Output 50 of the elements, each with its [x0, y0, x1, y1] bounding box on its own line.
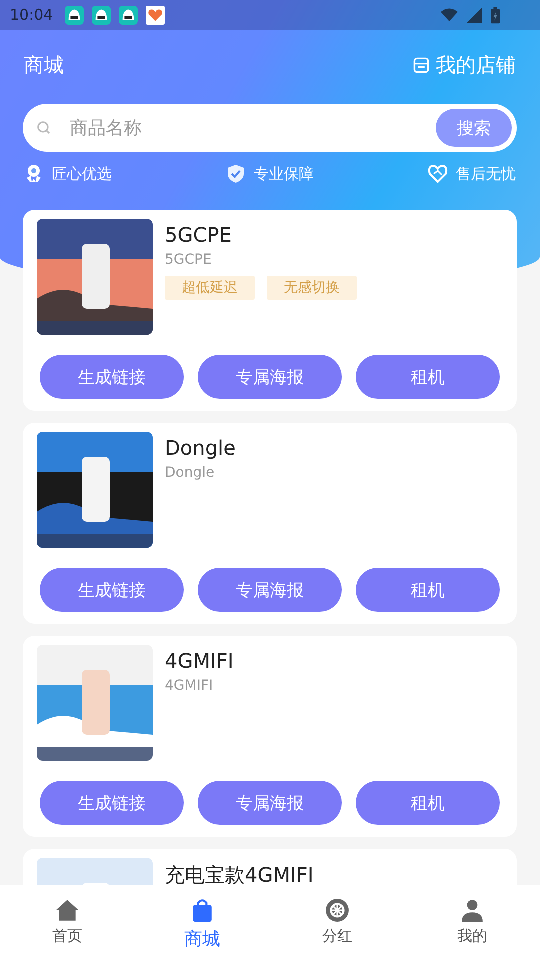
action-button[interactable]: 租机 — [356, 781, 500, 825]
product-name: 5GCPE — [165, 223, 233, 247]
signal-icon — [466, 8, 483, 22]
action-button[interactable]: 生成链接 — [40, 568, 184, 612]
product-name: Dongle — [165, 436, 236, 460]
heart-app-icon — [146, 6, 166, 24]
search-field[interactable]: 商品名称 搜索 — [23, 104, 517, 152]
battery-icon — [491, 6, 500, 24]
product-subtitle: 5GCPE — [165, 252, 213, 268]
product-tag: 超低延迟 — [165, 276, 255, 300]
action-button[interactable]: 专属海报 — [198, 781, 342, 825]
action-button[interactable]: 生成链接 — [40, 355, 184, 399]
home-icon — [55, 898, 80, 923]
feature-label: 售后无忧 — [456, 164, 516, 184]
product-card[interactable]: 充电宝款4GMIFI — [23, 849, 517, 885]
shopping-bag-icon — [190, 898, 215, 923]
product-name: 4GMIFI — [165, 649, 234, 673]
nav-tab[interactable]: 商城 — [135, 885, 270, 960]
product-subtitle: Dongle — [165, 465, 216, 481]
action-button[interactable]: 租机 — [356, 568, 500, 612]
action-button[interactable]: 租机 — [356, 355, 500, 399]
nav-tab[interactable]: 首页 — [0, 885, 135, 960]
product-subtitle: 4GMIFI — [165, 678, 214, 694]
page-title: 商城 — [24, 52, 64, 78]
feature-label: 专业保障 — [254, 164, 314, 184]
handshake-heart-icon — [428, 164, 448, 184]
award-icon — [24, 164, 44, 184]
app-notification-icon — [65, 6, 84, 24]
product-card[interactable]: Dongle Dongle 生成链接 专属海报 租机 — [23, 423, 517, 624]
shield-check-icon — [226, 164, 246, 184]
action-button[interactable]: 生成链接 — [40, 781, 184, 825]
status-time: 10:04 — [10, 6, 54, 24]
product-name: 充电宝款4GMIFI — [165, 862, 314, 885]
product-card[interactable]: 5GCPE 5GCPE 超低延迟 无感切换 生成链接 专属海报 租机 — [23, 210, 517, 411]
app-notification-icon — [92, 6, 112, 24]
product-card[interactable]: 4GMIFI 4GMIFI 生成链接 专属海报 租机 — [23, 636, 517, 837]
wifi-icon — [441, 8, 458, 22]
my-store-link[interactable]: 我的店铺 — [413, 52, 516, 78]
store-icon — [413, 56, 430, 74]
nav-tab[interactable]: 分红 — [270, 885, 405, 960]
person-icon — [460, 898, 485, 923]
search-button[interactable]: 搜索 — [436, 109, 512, 147]
action-button[interactable]: 专属海报 — [198, 355, 342, 399]
action-button[interactable]: 专属海报 — [198, 568, 342, 612]
nav-tab[interactable]: 我的 — [405, 885, 540, 960]
feature-label: 匠心优选 — [52, 164, 112, 184]
product-tag: 无感切换 — [267, 276, 357, 300]
app-notification-icon — [119, 6, 138, 24]
wheel-icon — [325, 898, 350, 923]
search-icon — [36, 120, 52, 136]
